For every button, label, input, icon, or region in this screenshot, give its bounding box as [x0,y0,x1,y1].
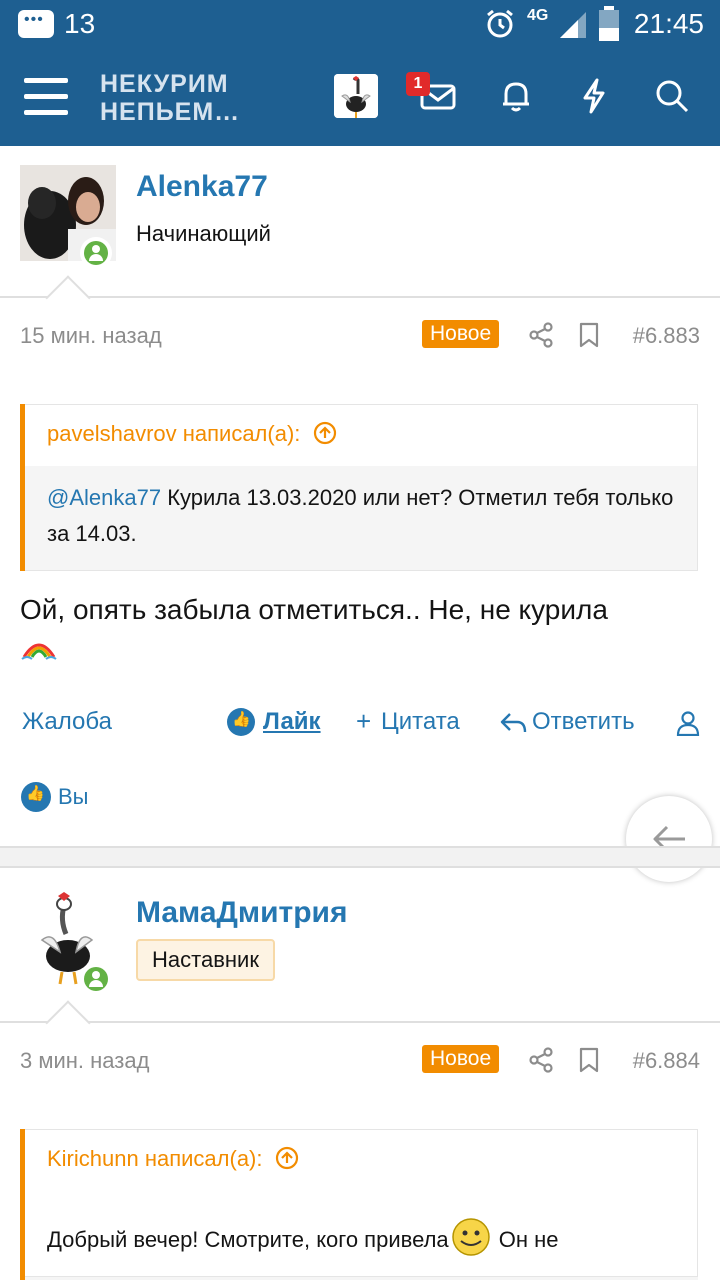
likes-summary-icon [21,782,51,812]
quote-author[interactable]: pavelshavrov написал(а): [25,404,698,466]
notification-count: 13 [64,8,96,39]
quote-block: pavelshavrov написал(а): @Alenka77 Курил… [20,404,698,571]
logo-line2: НЕПЬЕМ… [100,98,241,126]
signal-icon [560,12,586,38]
post-message: Ой, опять забыла отметиться.. Не, не кур… [20,592,710,664]
posts-separator [0,846,720,868]
post-number[interactable]: #6.884 [633,1048,700,1074]
post-actions: Жалоба Лайк + Цитата Ответить [0,702,720,742]
battery-icon [599,6,619,41]
lightning-icon[interactable] [574,76,614,116]
post-divider [0,1021,720,1023]
quote-content-continued: Он не [492,1227,559,1252]
quote-content: Добрый вечер! Смотрите, кого привела [47,1227,449,1252]
user-icon[interactable] [676,710,700,736]
network-type: 4G [527,7,549,24]
like-icon[interactable] [227,708,255,736]
username[interactable]: Alenka77 [136,170,268,204]
user-mention[interactable]: @Alenka77 [47,485,161,510]
online-status-icon [80,237,112,269]
divider-caret [45,275,91,321]
new-badge: Новое [422,320,500,348]
notification-icon [18,10,54,38]
ostrich-avatar-image [334,74,378,118]
logo-line1: НЕКУРИМ [100,70,229,98]
username[interactable]: МамаДмитрия [136,896,348,930]
divider-caret [45,1000,91,1046]
share-icon[interactable] [528,322,554,348]
menu-icon[interactable] [24,78,68,116]
plus-icon: + [356,706,372,736]
site-logo[interactable]: НЕКУРИМ НЕПЬЕМ… [100,70,240,126]
arrow-up-circle-icon[interactable] [275,1146,299,1170]
bookmark-icon[interactable] [576,322,602,348]
post-number[interactable]: #6.883 [633,323,700,349]
app-bar: НЕКУРИМ НЕПЬЕМ… 1 [0,50,720,146]
inbox-badge: 1 [406,72,430,96]
quote-author[interactable]: Kirichunn написал(а): [25,1129,698,1191]
post-message-text: Ой, опять забыла отметиться.. Не, не кур… [20,594,608,625]
post-divider [0,296,720,298]
quote-text: Добрый вечер! Смотрите, кого привела Он … [25,1191,698,1277]
user-title-badge: Наставник [136,939,275,981]
reply-icon [500,713,527,733]
rainbow-emoji-icon [21,643,57,660]
quote-author-text: Kirichunn написал(а): [47,1146,263,1171]
quote-author-text: pavelshavrov написал(а): [47,421,301,446]
online-status-icon [80,963,112,995]
bell-icon[interactable] [496,76,536,116]
quote-button[interactable]: Цитата [381,708,460,736]
quote-text: @Alenka77 Курила 13.03.2020 или нет? Отм… [25,466,698,571]
share-icon[interactable] [528,1047,554,1073]
clock: 21:45 [633,8,704,39]
search-icon[interactable] [652,76,692,116]
like-button[interactable]: Лайк [263,708,321,736]
report-button[interactable]: Жалоба [22,708,112,736]
likes-summary[interactable]: Вы [58,784,89,810]
alarm-icon [487,9,513,38]
arrow-up-circle-icon[interactable] [313,421,337,445]
account-avatar[interactable] [334,74,378,118]
post-time[interactable]: 15 мин. назад [20,323,162,349]
bookmark-icon[interactable] [576,1047,602,1073]
smile-emoji-icon [451,1218,490,1256]
status-bar: 13 4G 21:45 [0,0,720,50]
quote-block: Kirichunn написал(а): Добрый вечер! Смот… [20,1129,698,1280]
user-title: Начинающий [136,221,271,246]
new-badge: Новое [422,1045,500,1073]
reply-button[interactable]: Ответить [532,708,635,736]
post-time[interactable]: 3 мин. назад [20,1048,149,1074]
back-button[interactable] [626,796,712,882]
